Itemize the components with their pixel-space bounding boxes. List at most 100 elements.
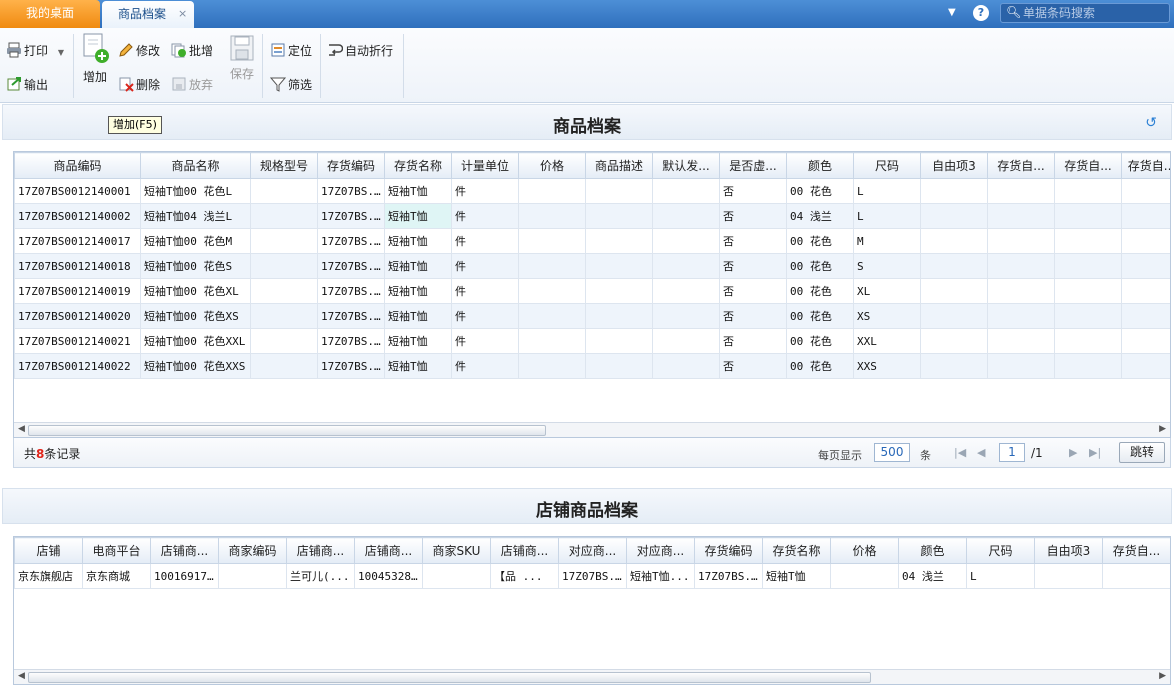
table-cell[interactable] (987, 178, 1055, 204)
table-cell[interactable]: 否 (719, 178, 787, 204)
save-button[interactable]: 保存 (227, 34, 257, 82)
column-header[interactable]: 颜色 (898, 537, 967, 564)
table-cell[interactable]: 否 (719, 278, 787, 304)
table-cell[interactable] (585, 228, 653, 254)
table-cell[interactable]: 件 (451, 203, 519, 229)
search-icon[interactable]: 🔍︎ (1006, 5, 1021, 19)
table-cell[interactable] (585, 353, 653, 379)
edit-button[interactable]: 修改 (118, 41, 160, 61)
table-cell[interactable]: 17Z07BS0012140019 (14, 278, 141, 304)
table-cell[interactable]: 短袖T恤 (384, 228, 452, 254)
table-cell[interactable]: 17Z07BS... (317, 303, 385, 329)
table-cell[interactable] (1121, 228, 1170, 254)
next-page-icon[interactable]: ▶ (1069, 446, 1077, 459)
table-row[interactable]: 17Z07BS0012140001 短袖T恤00 花色L 17Z07BS... 短袖T… (14, 178, 1170, 204)
column-header[interactable]: 是否虚... (719, 152, 787, 179)
dropdown-arrow-icon[interactable]: ▼ (58, 48, 64, 57)
table-cell[interactable] (250, 278, 318, 304)
table-cell[interactable]: S (853, 253, 921, 279)
table-cell[interactable] (1121, 353, 1170, 379)
table-cell[interactable] (518, 228, 586, 254)
search-input[interactable] (1023, 5, 1165, 21)
table-cell[interactable]: 京东商城 (82, 563, 151, 589)
table-cell[interactable]: 17Z07BS0012140018 (14, 253, 141, 279)
table-cell[interactable]: 17Z07BS... (558, 563, 627, 589)
table-cell[interactable] (1121, 203, 1170, 229)
table-cell[interactable]: 否 (719, 328, 787, 354)
table-cell[interactable] (920, 203, 988, 229)
table-cell[interactable] (987, 303, 1055, 329)
table-cell[interactable] (422, 563, 491, 589)
table-cell[interactable] (585, 203, 653, 229)
scroll-right-icon[interactable]: ▶ (1159, 671, 1166, 681)
table-cell[interactable] (1054, 303, 1122, 329)
table-cell[interactable]: 17Z07BS... (317, 228, 385, 254)
column-header[interactable]: 存货名称 (384, 152, 452, 179)
table-row[interactable]: 17Z07BS0012140017 短袖T恤00 花色M 17Z07BS... 短袖T… (14, 228, 1170, 254)
table-cell[interactable]: 1004532885 (354, 563, 423, 589)
table-cell[interactable] (987, 328, 1055, 354)
table-cell[interactable]: 短袖T恤00 花色L (140, 178, 251, 204)
help-icon[interactable]: ? (973, 5, 989, 21)
table-cell[interactable] (987, 253, 1055, 279)
table-cell[interactable] (518, 303, 586, 329)
table-cell[interactable] (250, 203, 318, 229)
table-cell[interactable] (920, 228, 988, 254)
table-cell[interactable]: 00 花色 (786, 228, 854, 254)
table-cell[interactable] (518, 178, 586, 204)
table-cell[interactable] (218, 563, 287, 589)
table-cell[interactable] (518, 253, 586, 279)
table-cell[interactable]: 件 (451, 353, 519, 379)
column-header[interactable]: 店铺商... (286, 537, 355, 564)
table-cell[interactable]: 否 (719, 228, 787, 254)
table-cell[interactable]: 短袖T恤... (626, 563, 695, 589)
table-cell[interactable]: L (966, 563, 1035, 589)
table-cell[interactable]: 否 (719, 353, 787, 379)
table-cell[interactable]: 短袖T恤 (384, 178, 452, 204)
scroll-thumb[interactable] (28, 672, 871, 683)
dropdown-arrow-icon[interactable]: ▼ (948, 7, 956, 18)
column-header[interactable]: 存货自... (1102, 537, 1170, 564)
table-cell[interactable]: 00 花色 (786, 178, 854, 204)
table-cell[interactable] (652, 353, 720, 379)
table-cell[interactable]: 短袖T恤00 花色XXL (140, 328, 251, 354)
table-row[interactable]: 京东旗舰店 京东商城 1001691704 兰可儿(... 1004532885 【品 .… (14, 563, 1172, 589)
table-cell[interactable] (1054, 178, 1122, 204)
table-cell[interactable]: XL (853, 278, 921, 304)
table-cell[interactable] (585, 178, 653, 204)
table-cell[interactable] (830, 563, 899, 589)
table-cell[interactable]: 短袖T恤 (384, 278, 452, 304)
column-header[interactable]: 存货编码 (694, 537, 763, 564)
table-cell[interactable] (585, 253, 653, 279)
column-header[interactable]: 商品名称 (140, 152, 251, 179)
auto-wrap-button[interactable]: 自动折行 (327, 41, 393, 61)
table-cell[interactable] (1054, 203, 1122, 229)
table-cell[interactable] (920, 178, 988, 204)
table-cell[interactable] (1034, 563, 1103, 589)
table-row[interactable]: 17Z07BS0012140002 短袖T恤04 浅兰L 17Z07BS... 短袖T… (14, 203, 1170, 229)
column-header[interactable]: 存货编码 (317, 152, 385, 179)
table-cell[interactable]: L (853, 178, 921, 204)
table-cell[interactable] (652, 278, 720, 304)
table-cell[interactable]: 00 花色 (786, 353, 854, 379)
table-cell[interactable] (250, 328, 318, 354)
table-cell[interactable]: 短袖T恤00 花色S (140, 253, 251, 279)
table-row[interactable]: 17Z07BS0012140021 短袖T恤00 花色XXL 17Z07BS... 短… (14, 328, 1170, 354)
table-cell[interactable] (518, 353, 586, 379)
table-cell[interactable]: 17Z07BS... (694, 563, 763, 589)
table-cell[interactable] (518, 328, 586, 354)
table-row[interactable]: 17Z07BS0012140020 短袖T恤00 花色XS 17Z07BS... 短袖… (14, 303, 1170, 329)
table-cell[interactable] (652, 228, 720, 254)
column-header[interactable]: 规格型号 (250, 152, 318, 179)
table-cell[interactable] (250, 178, 318, 204)
column-header[interactable]: 店铺商... (354, 537, 423, 564)
column-header[interactable]: 自由项3 (920, 152, 988, 179)
table-cell[interactable] (652, 203, 720, 229)
scroll-left-icon[interactable]: ◀ (18, 671, 25, 681)
column-header[interactable]: 自由项3 (1034, 537, 1103, 564)
table-cell[interactable] (652, 328, 720, 354)
horizontal-scrollbar[interactable]: ◀ ▶ (14, 422, 1170, 437)
table-cell[interactable]: 短袖T恤 (384, 353, 452, 379)
table-cell[interactable] (1171, 564, 1172, 589)
table-cell[interactable] (1054, 228, 1122, 254)
